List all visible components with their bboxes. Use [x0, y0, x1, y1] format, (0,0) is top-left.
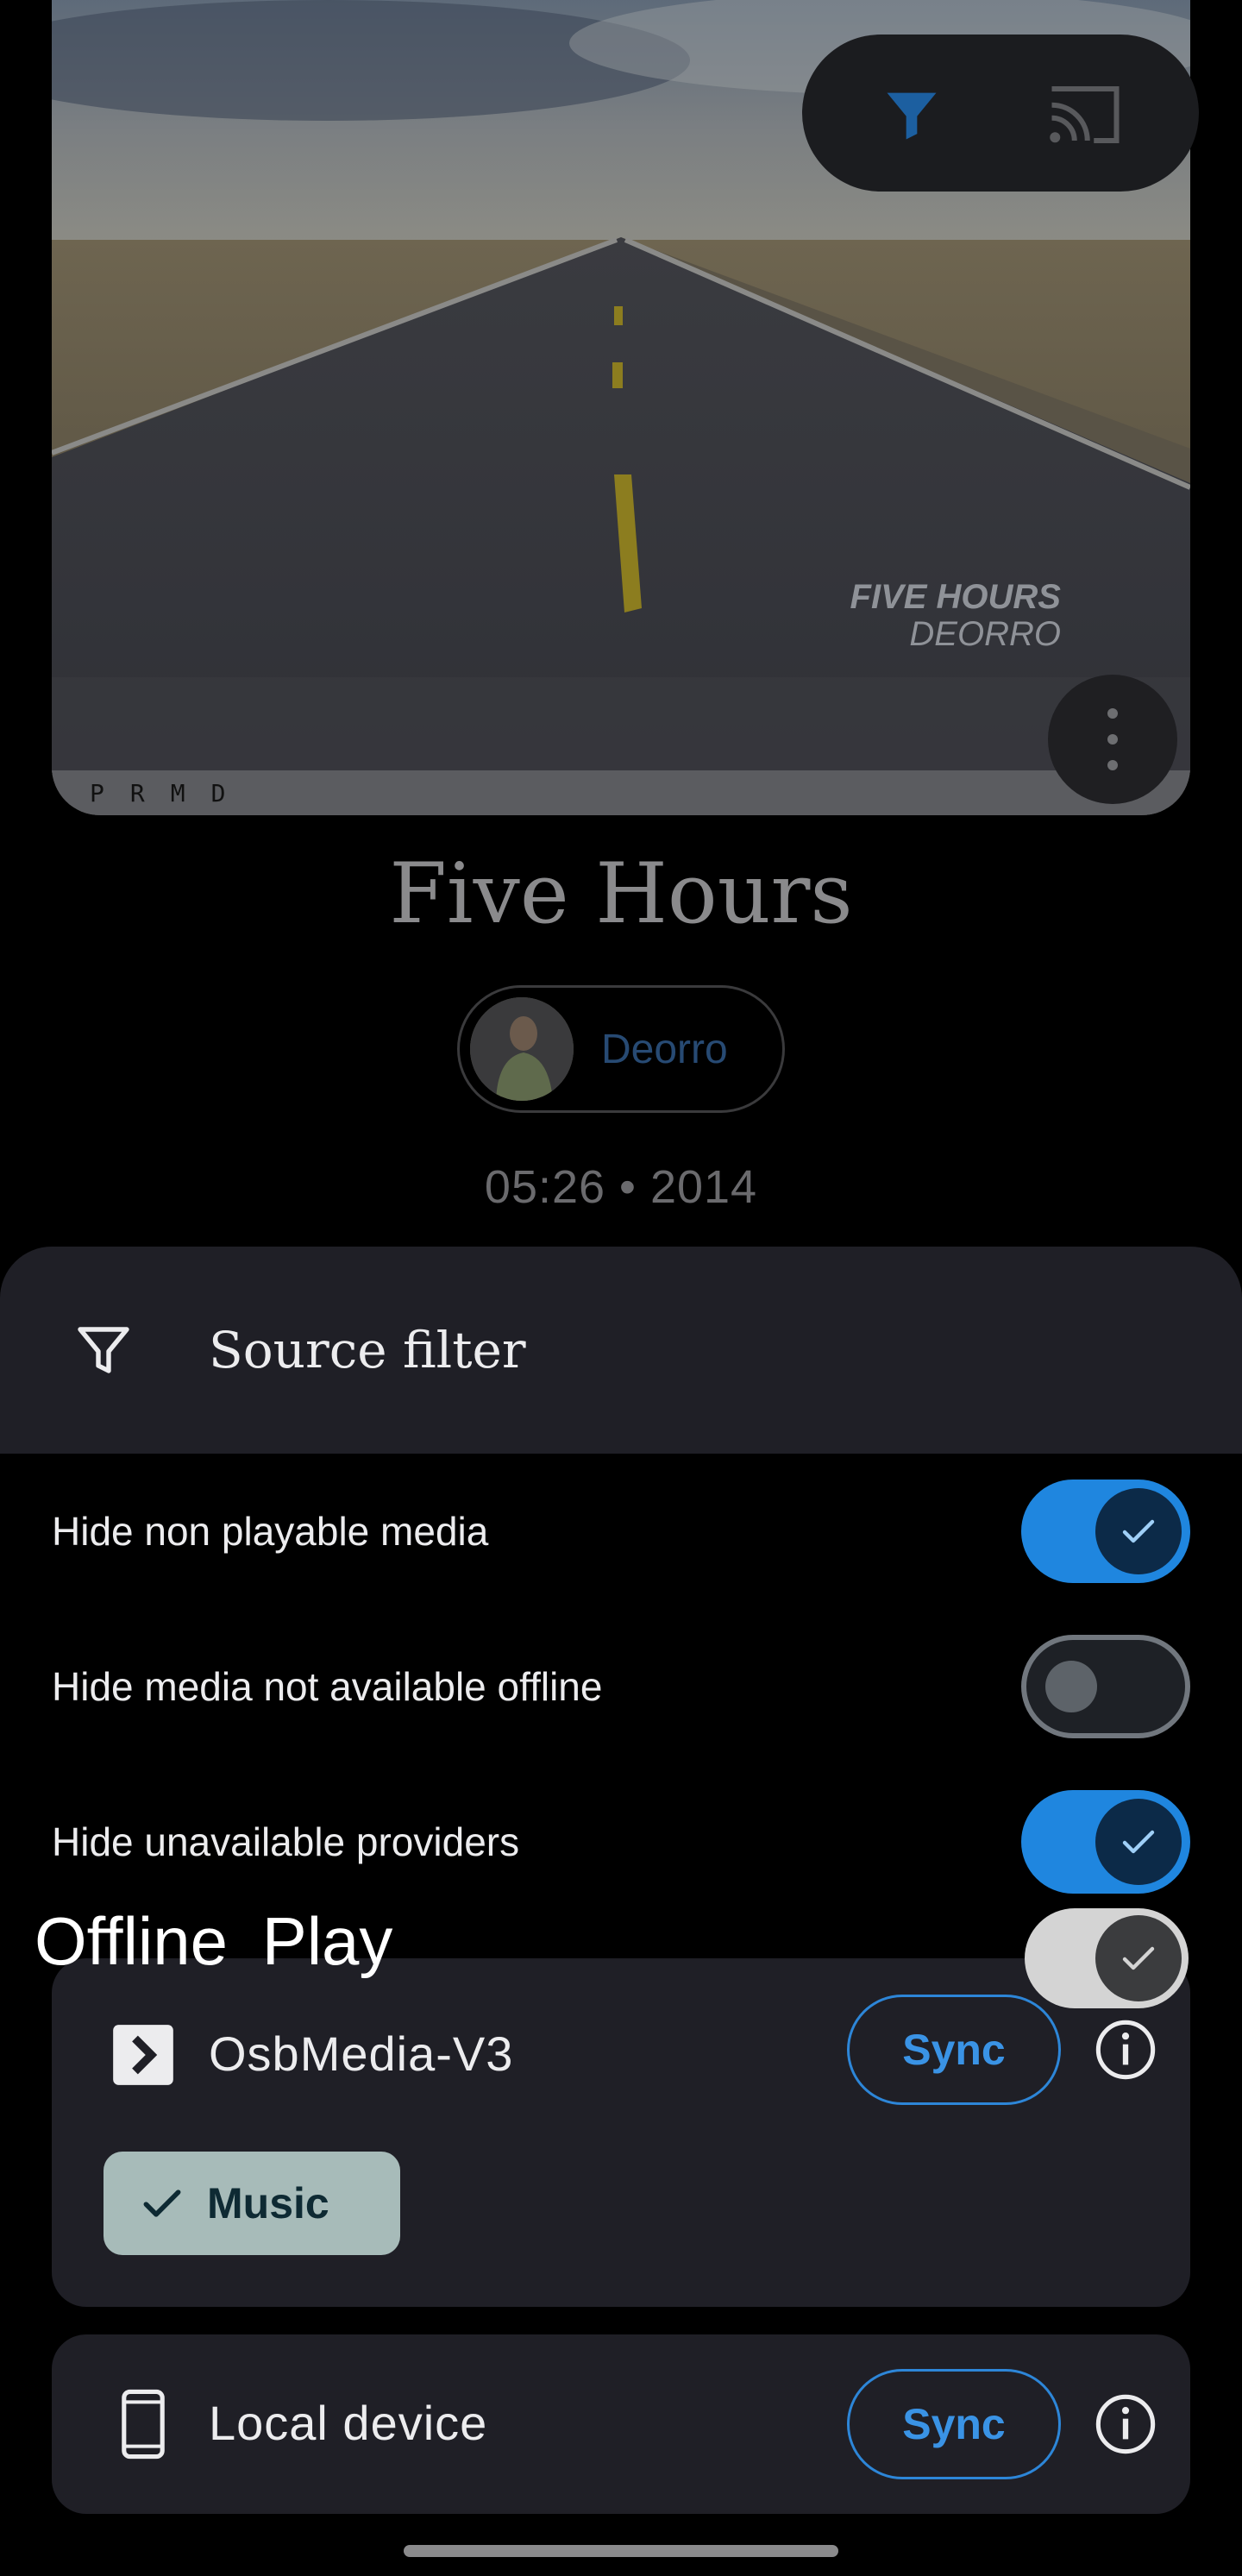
- album-caption-artist: DEORRO: [909, 615, 1061, 653]
- more-vertical-icon: [1107, 708, 1118, 770]
- home-indicator[interactable]: [404, 2545, 838, 2557]
- album-art-caption: FIVE HOURS DEORRO: [850, 578, 1061, 654]
- now-playing-background: FIVE HOURS DEORRO PRMD Five Hours Deorro…: [0, 0, 1242, 1251]
- switch-knob: [1095, 1915, 1182, 2001]
- switch-knob: [1095, 1488, 1182, 1574]
- provider-info-button[interactable]: [1091, 2015, 1160, 2084]
- offline-play-label: Offline Play: [34, 1903, 393, 1979]
- artist-photo: [470, 997, 574, 1101]
- sheet-header: Source filter: [0, 1247, 1242, 1454]
- source-filter-button[interactable]: [873, 76, 950, 154]
- check-icon: [136, 2177, 188, 2229]
- info-icon: [1095, 2020, 1156, 2080]
- toggle-label: Hide non playable media: [52, 1509, 489, 1554]
- check-icon: [1122, 1830, 1155, 1854]
- album-more-button[interactable]: [1048, 675, 1177, 804]
- toggle-label: Hide unavailable providers: [52, 1819, 520, 1864]
- switch-knob: [1045, 1661, 1097, 1712]
- check-icon: [1122, 1519, 1155, 1543]
- album-label-strip: PRMD: [52, 770, 1190, 815]
- filter-outline-icon: [69, 1316, 138, 1385]
- track-title: Five Hours: [389, 845, 853, 942]
- provider-card-osbmedia: OsbMedia-V3 Sync Music: [52, 1958, 1190, 2307]
- provider-name: Local device: [209, 2396, 488, 2450]
- artist-chip[interactable]: Deorro: [457, 985, 785, 1113]
- phone-icon: [109, 2389, 178, 2460]
- provider-name: OsbMedia-V3: [209, 2026, 514, 2081]
- cast-icon: [1050, 86, 1120, 143]
- offline-play-switch[interactable]: [1025, 1908, 1189, 2008]
- toggle-label: Hide media not available offline: [52, 1664, 603, 1709]
- hide-non-playable-switch[interactable]: [1021, 1480, 1190, 1583]
- info-icon: [1095, 2394, 1156, 2454]
- top-action-pill: [802, 35, 1199, 192]
- track-meta: 05:26 • 2014: [484, 1161, 758, 1213]
- provider-info-button[interactable]: [1091, 2390, 1160, 2459]
- sheet-title: Source filter: [209, 1321, 526, 1379]
- toggle-row-hide-unavailable-providers: Hide unavailable providers: [0, 1790, 1242, 1894]
- filter-icon: [887, 92, 937, 140]
- switch-knob: [1095, 1799, 1182, 1885]
- provider-card-local-device: Local device Sync: [52, 2334, 1190, 2514]
- album-caption-title: FIVE HOURS: [850, 578, 1061, 616]
- artist-avatar: [470, 997, 574, 1101]
- toggle-row-hide-offline: Hide media not available offline: [0, 1635, 1242, 1738]
- category-chip-music[interactable]: Music: [104, 2152, 400, 2255]
- jellyfin-chevron-icon: [109, 2020, 178, 2089]
- sync-button[interactable]: Sync: [847, 2369, 1061, 2479]
- hide-unavailable-providers-switch[interactable]: [1021, 1790, 1190, 1894]
- hide-not-offline-switch[interactable]: [1021, 1635, 1190, 1738]
- sync-button[interactable]: Sync: [847, 1995, 1061, 2105]
- toggle-row-hide-non-playable: Hide non playable media: [0, 1480, 1242, 1583]
- artist-name: Deorro: [601, 1026, 728, 1072]
- check-icon: [1122, 1946, 1155, 1970]
- chip-label: Music: [207, 2179, 329, 2227]
- cast-button[interactable]: [1045, 76, 1123, 154]
